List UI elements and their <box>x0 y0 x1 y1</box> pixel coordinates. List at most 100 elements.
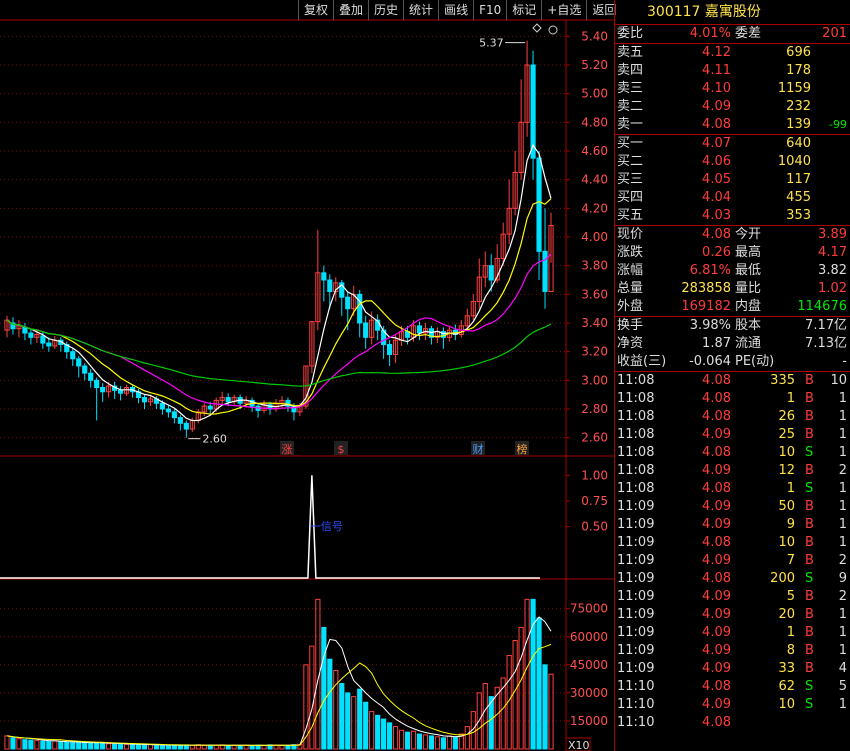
tick-count: 1 <box>838 427 847 442</box>
ask-label: 卖一 <box>617 117 644 132</box>
price-tick-label: 2.80 <box>581 402 608 416</box>
volume-bar <box>363 701 369 750</box>
volume-bar <box>398 729 405 750</box>
price-tick-label: 3.20 <box>581 345 608 359</box>
toolbar-button[interactable]: 复权 <box>298 0 333 20</box>
volume-bar <box>237 744 243 750</box>
volume-tick-label: 75000 <box>570 602 608 616</box>
tick-time: 11:08 <box>617 463 655 478</box>
volume-bar <box>22 739 28 750</box>
volume-bar <box>536 617 542 750</box>
volume-bar <box>147 744 154 750</box>
quote-value: 0.26 <box>702 245 731 260</box>
volume-unit: X10 <box>568 739 590 751</box>
diamond-icon <box>532 23 542 33</box>
tick-volume: 26 <box>778 409 795 424</box>
toolbar-button[interactable]: F10 <box>473 0 506 20</box>
toolbar-button[interactable]: 叠加 <box>333 0 368 20</box>
tick-count: 1 <box>838 499 847 514</box>
volume-bar <box>357 688 363 750</box>
bid-price: 4.06 <box>702 154 731 169</box>
price-tick-label: 3.60 <box>581 287 608 301</box>
tick-price: 4.09 <box>702 697 731 712</box>
volume-bar <box>446 735 452 750</box>
tick-count: 1 <box>838 625 847 640</box>
tick-time: 11:09 <box>617 571 655 586</box>
candle-body <box>76 358 82 367</box>
bid-label: 买二 <box>617 154 644 169</box>
volume-bar <box>177 745 183 750</box>
volume-bar <box>135 744 142 750</box>
quote-label: 量比 <box>735 281 762 296</box>
fund-label: 换手 <box>617 318 644 333</box>
bid-label: 买五 <box>617 208 644 223</box>
toolbar-button[interactable]: +自选 <box>541 0 586 20</box>
bid-price: 4.03 <box>702 208 731 223</box>
tick-row: 11:09 4.09 9 B 1 <box>615 516 850 534</box>
tick-side: B <box>805 589 814 604</box>
bid-row: 买三 4.05 117 <box>615 171 850 189</box>
tick-price: 4.08 <box>702 409 731 424</box>
toolbar-button[interactable]: 统计 <box>403 0 438 20</box>
volume-bar <box>279 744 285 750</box>
tick-row: 11:08 4.08 1 B 1 <box>615 390 850 408</box>
candle-body <box>363 322 369 338</box>
tick-row: 11:10 4.09 10 S 1 <box>615 696 850 714</box>
ma-line-ma10 <box>6 198 552 415</box>
ask-price: 4.11 <box>702 63 731 78</box>
ask-volume: 696 <box>786 45 811 60</box>
weibi-value: 4.01% <box>689 26 731 41</box>
toolbar-button[interactable]: 画线 <box>438 0 473 20</box>
tick-count: 1 <box>838 607 847 622</box>
tick-time: 11:09 <box>617 499 655 514</box>
bid-volume: 455 <box>786 190 811 205</box>
price-tick-label: 4.80 <box>581 115 608 129</box>
toolbar-button[interactable]: 标记 <box>506 0 541 20</box>
bid-label: 买三 <box>617 172 644 187</box>
volume-bar <box>52 740 58 750</box>
candle-body <box>94 379 100 389</box>
tick-price: 4.09 <box>702 499 731 514</box>
volume-bar <box>112 743 118 750</box>
stock-code: 300117 <box>647 4 701 20</box>
tick-volume: 62 <box>778 679 795 694</box>
volume-bar <box>123 743 130 750</box>
volume-bar <box>482 683 488 750</box>
tick-time: 11:08 <box>617 481 655 496</box>
tick-price: 4.08 <box>702 535 731 550</box>
candle-body <box>542 250 548 292</box>
toolbar: 复权 叠加 历史 统计 画线 F10 标记 +自选 返回 <box>298 0 621 20</box>
tick-volume: 7 <box>786 553 795 568</box>
toolbar-button[interactable]: 历史 <box>368 0 403 20</box>
tick-row: 11:10 4.08 <box>615 714 850 732</box>
volume-bar <box>369 711 375 750</box>
tick-count: 10 <box>830 373 847 388</box>
tick-side: B <box>805 607 814 622</box>
candle-body <box>207 405 213 410</box>
weibi-row: 委比 4.01% 委差 201 <box>615 24 850 43</box>
volume-bar <box>410 730 417 750</box>
quote-row: 外盘 169182 内盘 114676 <box>615 298 850 316</box>
volume-bar <box>4 735 10 750</box>
weicha-value: 201 <box>822 26 847 41</box>
event-marker: $ <box>338 443 345 456</box>
price-tick-label: 3.40 <box>581 316 608 330</box>
candle-body <box>117 389 124 394</box>
low-label: 2.60 <box>202 433 227 446</box>
volume-bar <box>34 740 40 750</box>
tick-row: 11:08 4.08 26 B 1 <box>615 408 850 426</box>
tick-time: 11:09 <box>617 625 655 640</box>
volume-bar <box>171 744 177 750</box>
kline-chart[interactable]: 5.40 5.20 5.00 4.80 4.60 4.40 4.20 4.00 3.80 3.60… <box>0 0 614 751</box>
tick-volume: 200 <box>770 571 795 586</box>
ask-label: 卖四 <box>617 63 644 78</box>
tick-count: 1 <box>838 643 847 658</box>
tick-list[interactable]: 11:08 4.08 335 B 10 11:08 4.08 1 B 1 11:08 4.08 26 B 1… <box>615 371 850 732</box>
tick-side: B <box>805 427 814 442</box>
volume-bar <box>464 726 470 750</box>
quote-label: 涨跌 <box>617 245 644 260</box>
tick-count: 1 <box>838 517 847 532</box>
tick-side: B <box>805 391 814 406</box>
tick-time: 11:08 <box>617 391 655 406</box>
candle-body <box>159 402 166 410</box>
